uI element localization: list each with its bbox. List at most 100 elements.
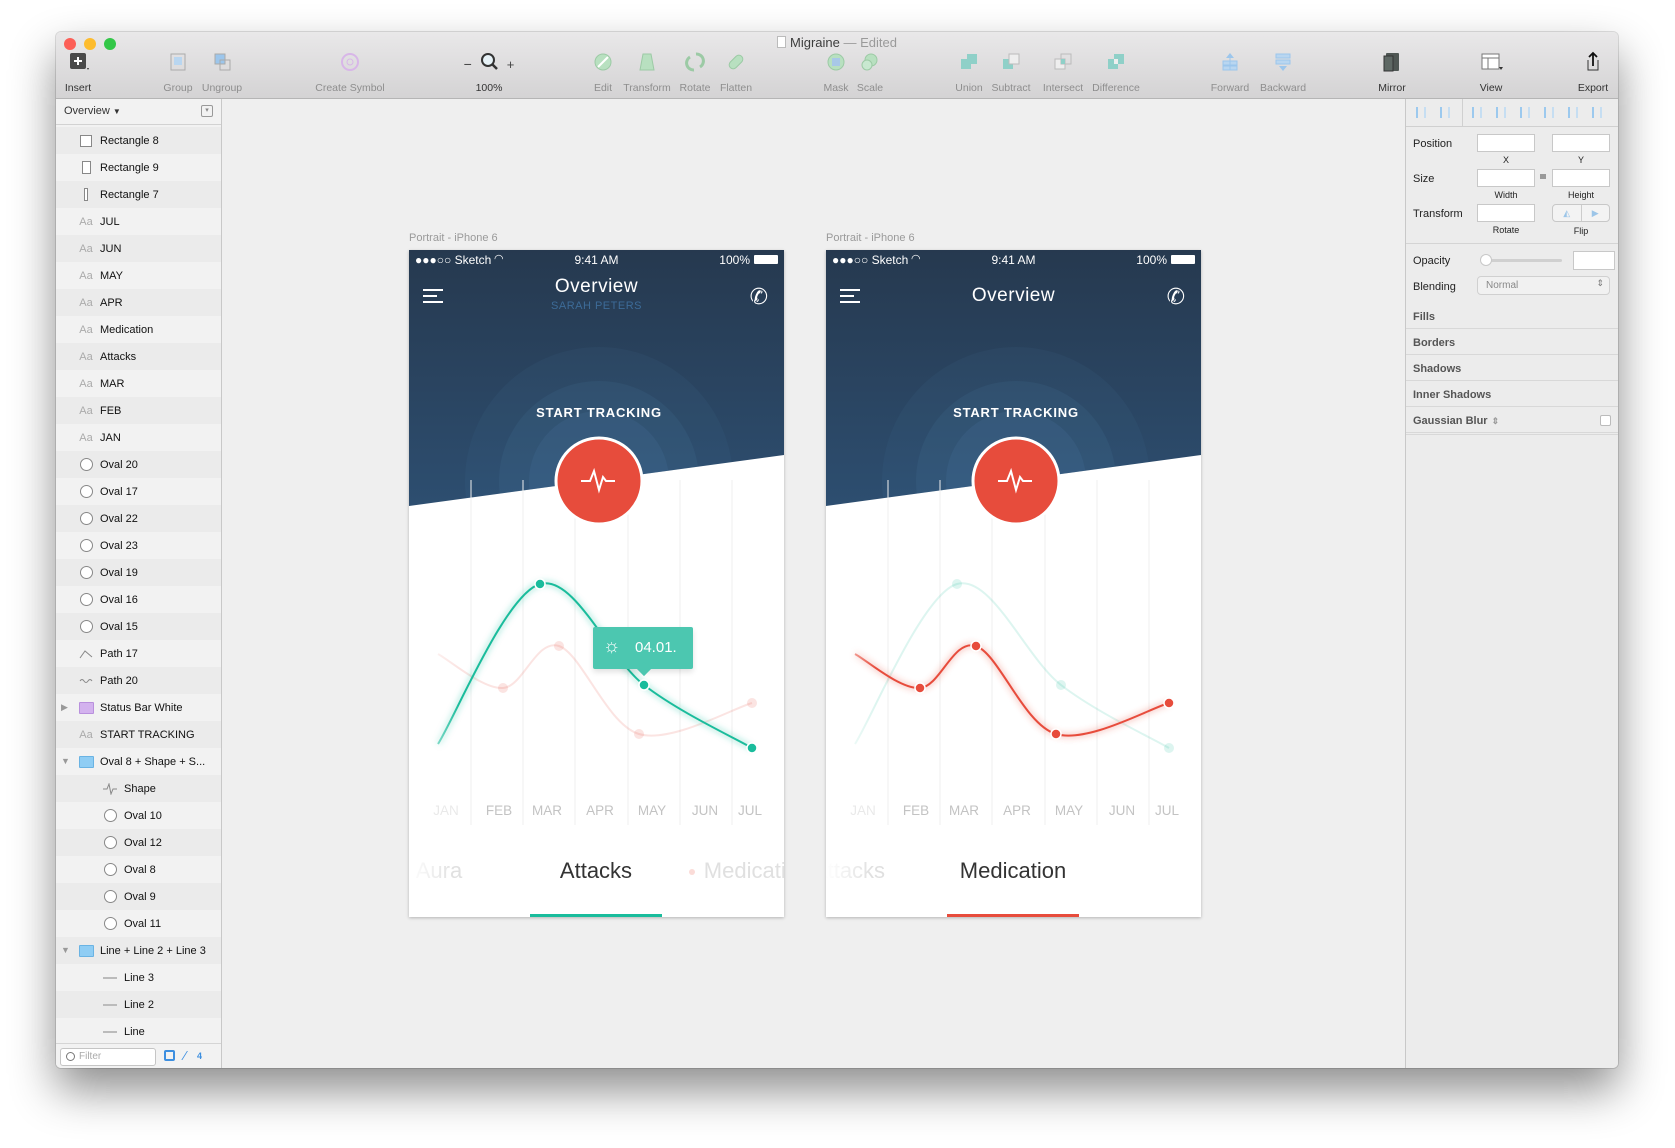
position-x-input[interactable] [1477, 134, 1535, 152]
width-input[interactable] [1477, 169, 1535, 187]
layer-row[interactable]: Oval 19 [56, 559, 221, 586]
data-point[interactable] [746, 742, 758, 754]
tab-medication[interactable]: Medication [947, 858, 1079, 917]
disclosure-expanded-icon[interactable]: ▼ [61, 945, 70, 955]
filter-input[interactable]: Filter [60, 1048, 156, 1066]
gaussian-blur-checkbox[interactable] [1600, 415, 1611, 426]
section-fills[interactable]: Fills [1406, 304, 1618, 329]
layer-row[interactable]: Line [56, 1018, 221, 1043]
align-right-icon[interactable] [1520, 107, 1530, 118]
data-point[interactable] [1050, 728, 1062, 740]
layer-row[interactable]: Line 3 [56, 964, 221, 991]
layer-row[interactable]: ▼ Oval 8 + Shape + S... [56, 748, 221, 775]
layer-row[interactable]: Aa MAR [56, 370, 221, 397]
layer-row[interactable]: Aa APR [56, 289, 221, 316]
layer-row[interactable]: Line 2 [56, 991, 221, 1018]
zoom-in-icon[interactable]: + [507, 57, 515, 72]
data-point[interactable] [1163, 697, 1175, 709]
layer-row[interactable]: Rectangle 9 [56, 154, 221, 181]
edit-pen-icon[interactable]: ⁄ [184, 1048, 186, 1063]
disclosure-collapsed-icon[interactable]: ▶ [61, 702, 68, 713]
layer-row[interactable]: Oval 17 [56, 478, 221, 505]
align-middle-icon[interactable] [1568, 107, 1578, 118]
align-left-icon[interactable] [1472, 107, 1482, 118]
symbols-icon[interactable] [164, 1050, 175, 1061]
collapse-pages-icon[interactable]: ▾ [201, 105, 213, 117]
artboard-phone[interactable]: ●●●○○ Sketch ◠ 9:41 AM 100% ✆ Overview START T… [826, 250, 1201, 917]
layer-row[interactable]: Path 20 [56, 667, 221, 694]
start-tracking-button[interactable] [554, 436, 644, 526]
layer-row[interactable]: Rectangle 7 [56, 181, 221, 208]
layer-row[interactable]: Oval 15 [56, 613, 221, 640]
height-input[interactable] [1552, 169, 1610, 187]
section-gaussian-blur[interactable]: Gaussian Blur ⇕ [1406, 408, 1618, 433]
layer-row[interactable]: Aa JUN [56, 235, 221, 262]
blending-select[interactable]: Normal ⇕ [1477, 276, 1610, 295]
tab-attacks[interactable]: Attacks [530, 858, 662, 917]
flip-vertical-icon[interactable]: ▶ [1582, 205, 1610, 221]
distribute-horizontal-icon[interactable] [1416, 107, 1426, 118]
toolbar-mirror-button[interactable]: Mirror [1352, 52, 1432, 94]
layer-row[interactable]: Aa Medication [56, 316, 221, 343]
layer-row[interactable]: Oval 23 [56, 532, 221, 559]
layer-row[interactable]: Rectangle 8 [56, 127, 221, 154]
layer-row[interactable]: Path 17 [56, 640, 221, 667]
toolbar-zoom-button[interactable]: − +100% [449, 52, 529, 94]
start-tracking-button[interactable] [971, 436, 1061, 526]
flip-horizontal-icon[interactable]: ◭ [1553, 205, 1582, 221]
distribute-vertical-icon[interactable] [1440, 107, 1450, 118]
align-center-icon[interactable] [1496, 107, 1506, 118]
artboard-phone[interactable]: ●●●○○ Sketch ◠ 9:41 AM 100% ✆ Overview SARAH P… [409, 250, 784, 917]
data-point[interactable] [638, 679, 650, 691]
layer-row[interactable]: Aa MAY [56, 262, 221, 289]
text-layer-icon: Aa [79, 350, 93, 363]
tab-medication[interactable]: Medication [677, 858, 784, 917]
data-point[interactable] [970, 640, 982, 652]
zoom-out-icon[interactable]: − [464, 56, 472, 72]
opacity-input[interactable] [1573, 251, 1615, 270]
layer-row[interactable]: Oval 22 [56, 505, 221, 532]
artboard-label[interactable]: Portrait - iPhone 6 [409, 232, 498, 244]
layer-row[interactable]: Aa Attacks [56, 343, 221, 370]
layer-row[interactable]: Aa JAN [56, 424, 221, 451]
position-y-input[interactable] [1552, 134, 1610, 152]
layer-row[interactable]: Oval 9 [56, 883, 221, 910]
page-selector[interactable]: Overview ▼ ▾ [56, 99, 221, 125]
rotate-input[interactable] [1477, 204, 1535, 222]
toolbar-flatten-button[interactable]: Flatten [696, 52, 776, 94]
align-top-icon[interactable] [1544, 107, 1554, 118]
layer-row[interactable]: Oval 8 [56, 856, 221, 883]
line-icon [102, 970, 118, 986]
layer-row[interactable]: Oval 10 [56, 802, 221, 829]
toolbar-insert-plus-button[interactable]: Insert [56, 52, 118, 94]
layer-row[interactable]: ▼ Line + Line 2 + Line 3 [56, 937, 221, 964]
data-point[interactable] [914, 682, 926, 694]
opacity-slider-knob[interactable] [1480, 254, 1492, 266]
layer-row[interactable]: Aa START TRACKING [56, 721, 221, 748]
toolbar-view-button[interactable]: View [1451, 52, 1531, 94]
artboard-label[interactable]: Portrait - iPhone 6 [826, 232, 915, 244]
canvas[interactable] [222, 99, 1405, 1068]
layer-row[interactable]: Shape [56, 775, 221, 802]
align-bottom-icon[interactable] [1592, 107, 1602, 118]
toolbar-ungroup-button[interactable]: Ungroup [182, 52, 262, 94]
disclosure-expanded-icon[interactable]: ▼ [61, 756, 70, 766]
section-inner-shadows[interactable]: Inner Shadows [1406, 382, 1618, 407]
layer-row[interactable]: Oval 16 [56, 586, 221, 613]
lock-ratio-icon[interactable] [1540, 174, 1546, 179]
section-shadows[interactable]: Shadows [1406, 356, 1618, 381]
opacity-slider[interactable] [1480, 254, 1562, 266]
layer-row[interactable]: ▶ Status Bar White [56, 694, 221, 721]
toolbar-export-button[interactable]: Export [1553, 51, 1618, 94]
toolbar-scale-button[interactable]: Scale [830, 52, 910, 94]
section-borders[interactable]: Borders [1406, 330, 1618, 355]
data-point[interactable] [534, 578, 546, 590]
layer-row[interactable]: Aa FEB [56, 397, 221, 424]
layer-row[interactable]: Aa JUL [56, 208, 221, 235]
toolbar-backward-button[interactable]: Backward [1243, 52, 1323, 94]
layer-row[interactable]: Oval 12 [56, 829, 221, 856]
layer-row[interactable]: Oval 20 [56, 451, 221, 478]
toolbar-create-symbol-button[interactable]: Create Symbol [310, 52, 390, 94]
toolbar-difference-button[interactable]: Difference [1076, 52, 1156, 94]
layer-row[interactable]: Oval 11 [56, 910, 221, 937]
